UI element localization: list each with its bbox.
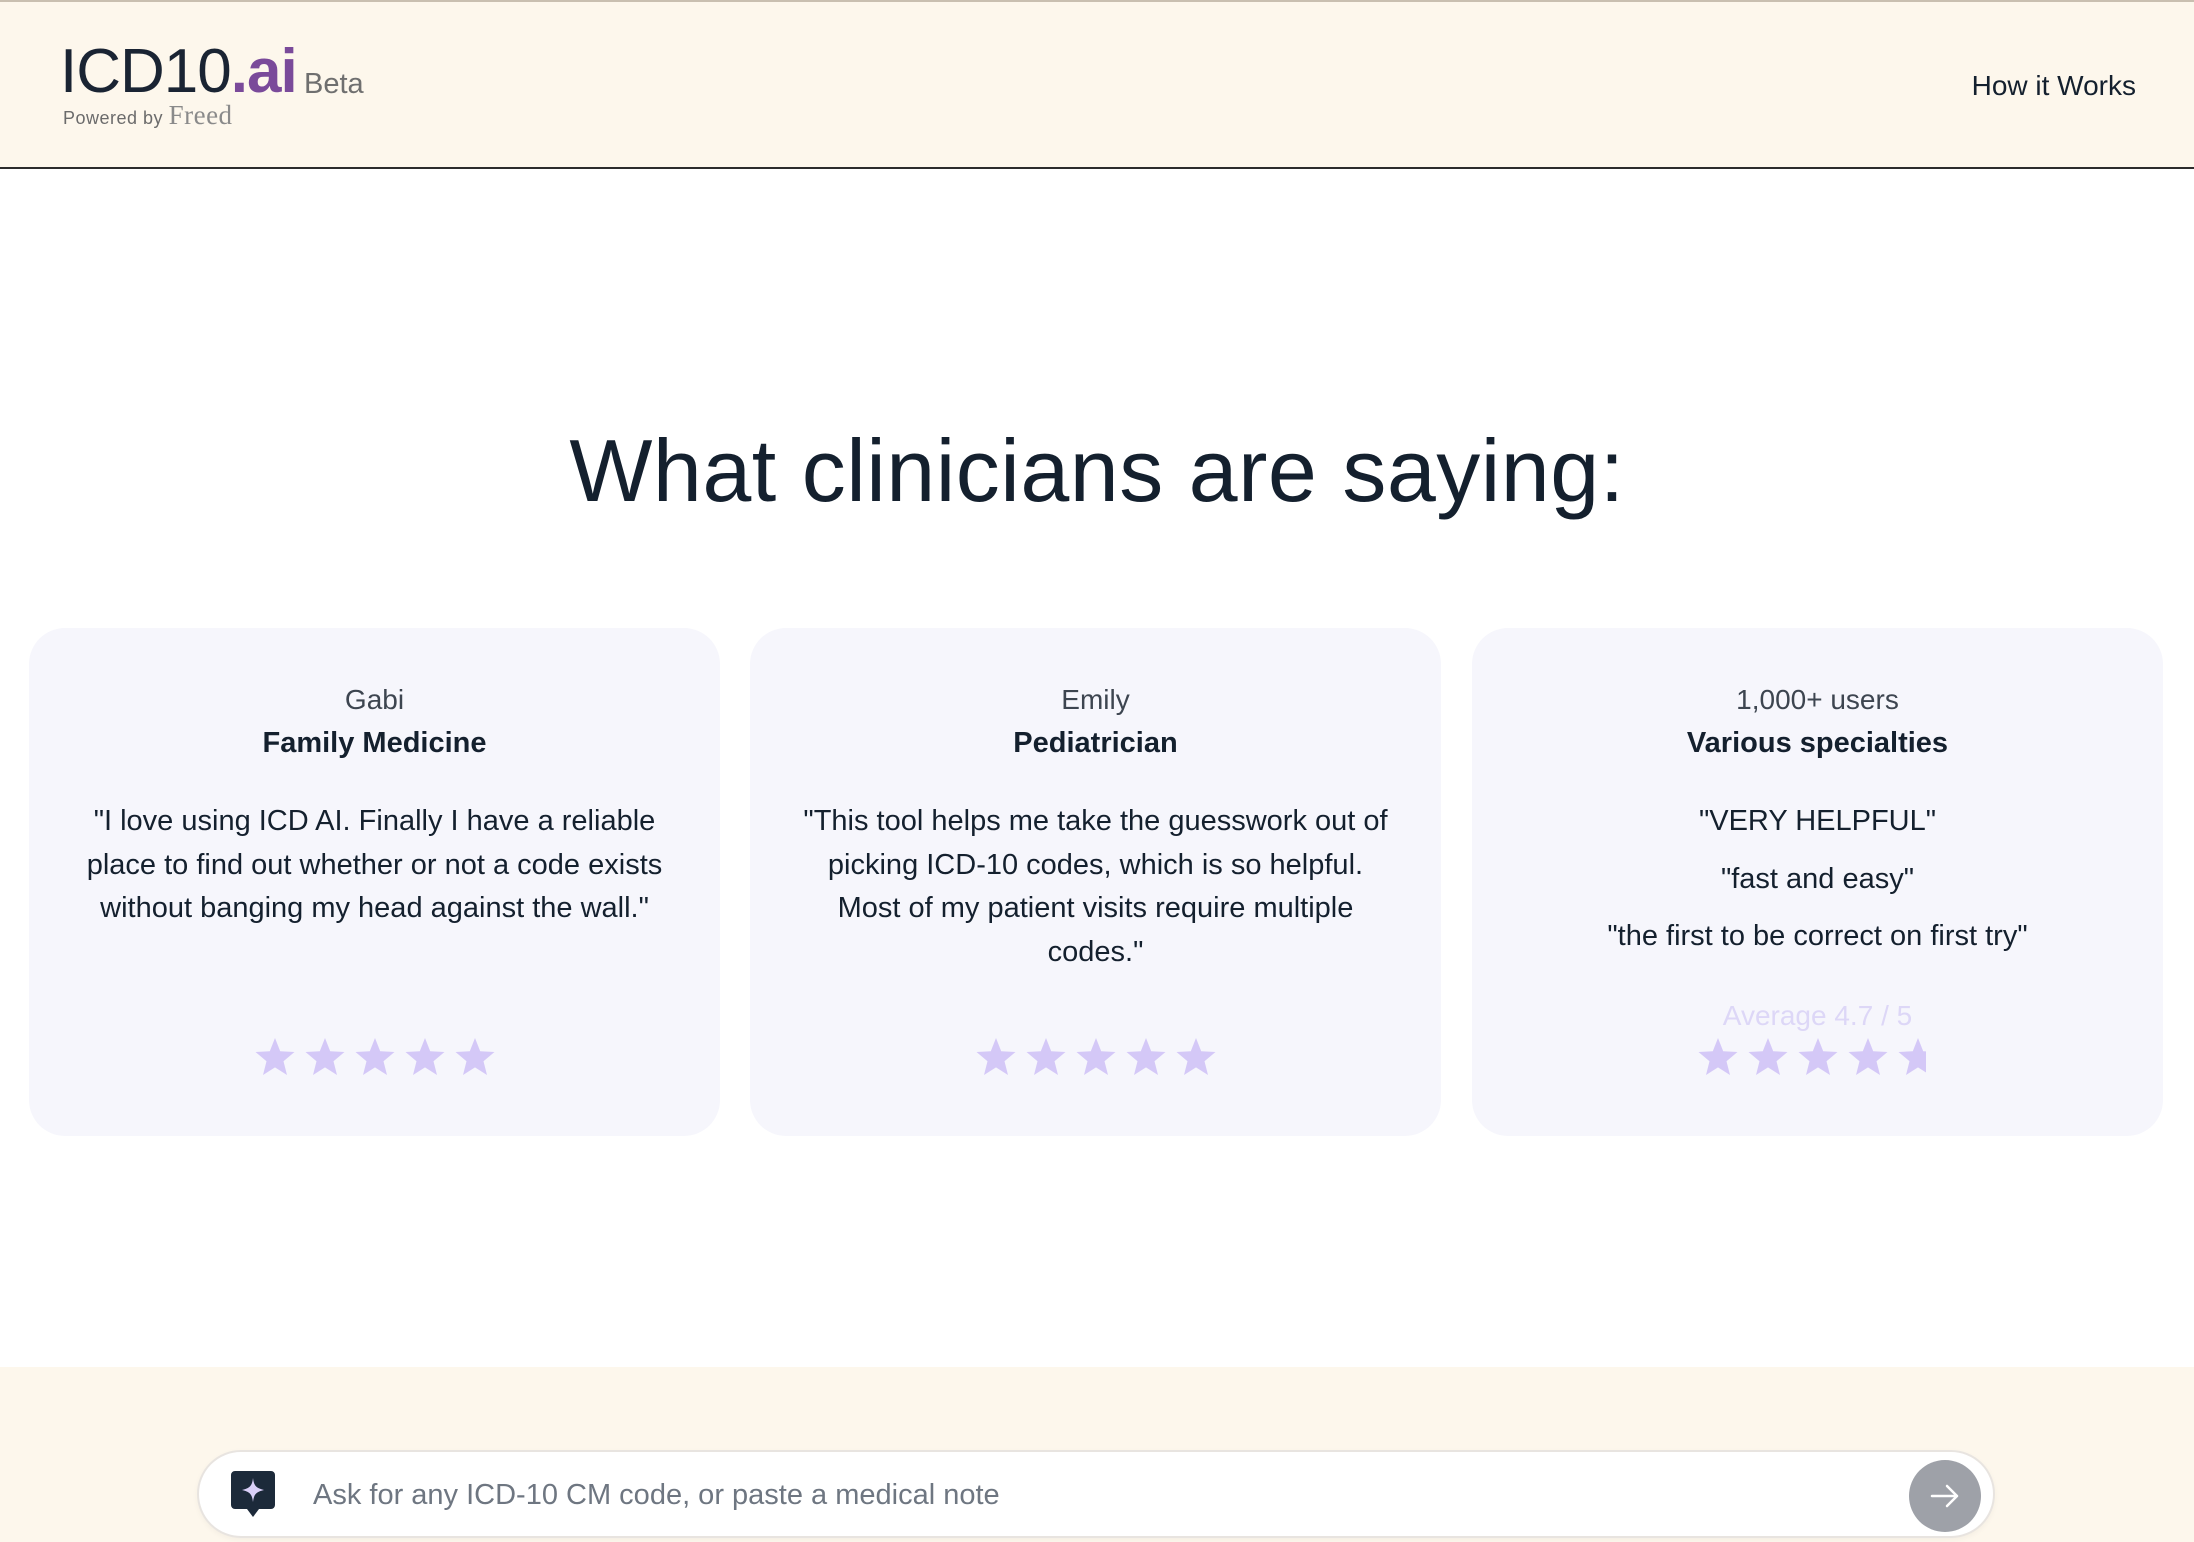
star-icon — [1697, 1036, 1739, 1078]
testimonial-name: 1,000+ users — [1736, 684, 1899, 715]
star-icon — [1125, 1036, 1167, 1078]
page-title: What clinicians are saying: — [569, 421, 1625, 520]
testimonial-name: Emily — [1061, 684, 1130, 715]
star-rating — [750, 1036, 1441, 1078]
average-rating-label: Average 4.7 / 5 — [1722, 1000, 1913, 1031]
search-input[interactable] — [313, 1470, 1843, 1520]
beta-badge: Beta — [304, 68, 364, 100]
arrow-right-icon — [1930, 1484, 1959, 1508]
star-icon — [1075, 1036, 1117, 1078]
send-button[interactable] — [1909, 1460, 1981, 1532]
star-icon — [1897, 1036, 1939, 1078]
star-icon — [454, 1036, 496, 1078]
star-icon — [1847, 1036, 1889, 1078]
star-icon — [1175, 1036, 1217, 1078]
chat-input-bar — [197, 1450, 1995, 1538]
testimonial-card-gabi: Gabi Family Medicine "I love using ICD A… — [29, 628, 720, 1136]
sparkle-chat-icon — [229, 1469, 277, 1519]
testimonial-card-emily: Emily Pediatrician "This tool helps me t… — [750, 628, 1441, 1136]
quote-list: "VERY HELPFUL" "fast and easy" "the firs… — [1472, 800, 2163, 973]
powered-by-label: Powered by — [63, 108, 164, 128]
star-icon — [1797, 1036, 1839, 1078]
logo-wordmark: ICD10 — [60, 37, 232, 106]
star-icon — [304, 1036, 346, 1078]
quote-item: "VERY HELPFUL" — [1698, 805, 1937, 837]
testimonial-quote: "This tool helps me take the guesswork o… — [803, 805, 1388, 968]
freed-brand: Freed — [168, 100, 233, 130]
testimonial-role: Pediatrician — [1013, 727, 1178, 759]
testimonial-card-users: 1,000+ users Various specialties "VERY H… — [1472, 628, 2163, 1136]
star-icon — [404, 1036, 446, 1078]
quote-item: "fast and easy" — [1720, 862, 1915, 895]
testimonial-quote: "I love using ICD AI. Finally I have a r… — [86, 805, 663, 924]
quote-item: "the first to be correct on first try" — [1607, 920, 2028, 952]
logo-ai-suffix: .ai — [230, 37, 298, 106]
star-icon — [354, 1036, 396, 1078]
powered-by: Powered by Freed — [63, 100, 233, 131]
star-icon — [1747, 1036, 1789, 1078]
how-it-works-link[interactable]: How it Works — [1972, 70, 2136, 102]
top-header: ICD10.ai Beta Powered by Freed How it Wo… — [0, 0, 2194, 169]
logo[interactable]: ICD10.ai Beta Powered by Freed — [60, 37, 364, 131]
star-icon — [254, 1036, 296, 1078]
star-rating — [1472, 1036, 2163, 1078]
star-icon — [1025, 1036, 1067, 1078]
testimonial-name: Gabi — [344, 684, 405, 715]
star-icon — [975, 1036, 1017, 1078]
testimonial-role: Various specialties — [1686, 727, 1949, 759]
star-rating — [29, 1036, 720, 1078]
testimonial-role: Family Medicine — [262, 727, 487, 759]
